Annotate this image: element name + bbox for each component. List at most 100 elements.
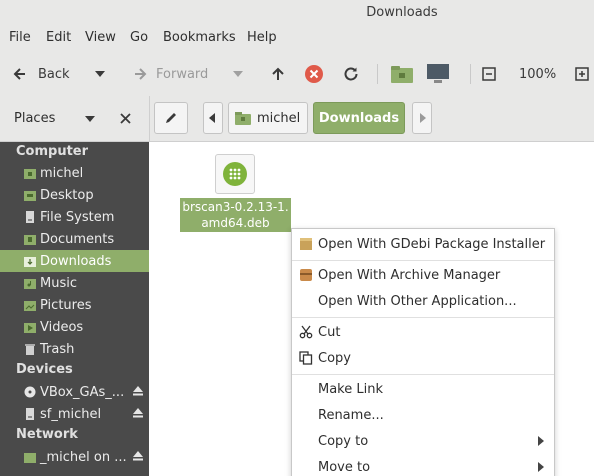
music-folder-icon [24,279,36,289]
eject-icon[interactable] [133,408,143,418]
edit-location-button[interactable] [154,102,188,134]
file-name-label[interactable]: brscan3-0.2.13-1. amd64.deb [180,198,291,232]
window-title: Downloads [366,5,438,20]
drive-icon [26,211,34,223]
sidebar-section-computer: Computer [16,144,89,159]
sidebar-item-label: _michel on ... [40,449,127,465]
home-folder-button[interactable] [390,60,414,88]
menu-item-copy-to[interactable]: Copy to [292,428,554,454]
sidebar-item-label: Pictures [40,297,92,313]
pictures-folder-icon [24,301,36,311]
forward-history-button[interactable] [232,60,244,88]
documents-folder-icon [24,235,36,245]
back-history-button[interactable] [94,60,106,88]
sidebar-item-label: Videos [40,319,84,335]
sidebar-item-label: Music [40,275,77,291]
chevron-down-icon[interactable] [84,114,96,124]
menu-edit[interactable]: Edit [46,30,71,45]
menu-item-copy[interactable]: Copy [292,345,554,371]
archive-icon [300,269,312,281]
breadcrumb-scroll-right[interactable] [412,102,432,134]
menu-item-rename[interactable]: Rename... [292,402,554,428]
sidebar-item-downloads[interactable]: Downloads [0,250,149,272]
menu-separator [292,260,554,261]
sidebar-item-pictures[interactable]: Pictures [0,294,149,316]
menu-file[interactable]: File [9,30,31,45]
close-icon[interactable] [120,113,131,124]
breadcrumb-scroll-left[interactable] [203,102,223,134]
menu-item-make-link[interactable]: Make Link [292,376,554,402]
computer-button[interactable] [426,60,450,88]
submenu-arrow-icon [538,436,544,446]
breadcrumb-michel[interactable]: michel [228,102,308,134]
menu-item-label: Make Link [318,381,383,397]
network-folder-icon [24,453,36,463]
zoom-level[interactable]: 100% [519,60,556,88]
context-menu: Open With GDebi Package Installer Open W… [291,228,555,476]
menu-item-label: Open With GDebi Package Installer [318,236,546,252]
eject-icon[interactable] [133,451,143,461]
package-installer-icon [300,238,312,250]
sidebar-item-michel[interactable]: michel [0,162,149,184]
menu-item-open-other[interactable]: Open With Other Application... [292,288,554,314]
stop-icon [305,65,323,83]
sidebar-item-vbox[interactable]: VBox_GAs_... [0,381,149,403]
sidebar-item-label: michel [40,165,84,181]
menu-separator [292,374,554,375]
menu-item-cut[interactable]: Cut [292,319,554,345]
downloads-folder-icon [24,257,36,267]
up-button[interactable] [270,60,286,88]
submenu-arrow-icon [538,462,544,472]
eject-icon[interactable] [133,386,143,396]
zoom-in-button[interactable] [575,60,589,88]
sidebar-item-label: Trash [40,341,75,357]
menu-item-label: Copy [318,350,351,366]
file-icon-frame[interactable] [215,154,255,194]
home-folder-icon [235,112,251,125]
reload-button[interactable] [342,60,360,88]
sidebar-item-file-system[interactable]: File System [0,206,149,228]
menu-separator [292,317,554,318]
forward-arrow-icon [135,68,147,80]
sidebar-item-documents[interactable]: Documents [0,228,149,250]
up-arrow-icon [272,67,284,80]
sidebar-section-network: Network [16,427,78,442]
menu-bookmarks[interactable]: Bookmarks [163,30,236,45]
menu-item-label: Open With Archive Manager [318,267,501,283]
sidebar-item-label: Downloads [40,253,112,269]
sidebar-item-desktop[interactable]: Desktop [0,184,149,206]
sidebar-item-label: Desktop [40,187,94,203]
menu-view[interactable]: View [85,30,116,45]
back-button[interactable]: Back [12,60,70,88]
sidebar-item-network-share[interactable]: _michel on ... [0,446,149,468]
pencil-icon [166,113,176,123]
scissors-icon [299,325,313,339]
sidebar-item-trash[interactable]: Trash [0,338,149,360]
title-bar: Downloads [0,0,594,26]
places-label: Places [14,111,56,126]
menu-item-open-archive[interactable]: Open With Archive Manager [292,262,554,288]
breadcrumb-downloads[interactable]: Downloads [313,102,405,134]
menu-item-open-gdebi[interactable]: Open With GDebi Package Installer [292,231,554,257]
forward-button[interactable]: Forward [132,60,208,88]
package-icon [223,162,247,186]
menu-item-label: Open With Other Application... [318,293,517,309]
home-folder-icon [24,169,36,179]
sidebar-item-sf-michel[interactable]: sf_michel [0,403,149,425]
toolbar-separator [470,64,471,84]
chevron-right-icon [420,113,426,123]
back-label: Back [38,66,70,82]
sidebar-item-label: File System [40,209,115,225]
sidebar-item-videos[interactable]: Videos [0,316,149,338]
sidebar-section-devices: Devices [16,362,73,377]
chevron-down-icon [233,71,243,77]
stop-button[interactable] [304,60,324,88]
copy-icon [299,351,313,365]
menu-item-move-to[interactable]: Move to [292,454,554,476]
chevron-down-icon [95,71,105,77]
menu-help[interactable]: Help [247,30,277,45]
menu-go[interactable]: Go [130,30,148,45]
zoom-in-icon [575,67,589,81]
sidebar-item-music[interactable]: Music [0,272,149,294]
zoom-out-button[interactable] [482,60,496,88]
